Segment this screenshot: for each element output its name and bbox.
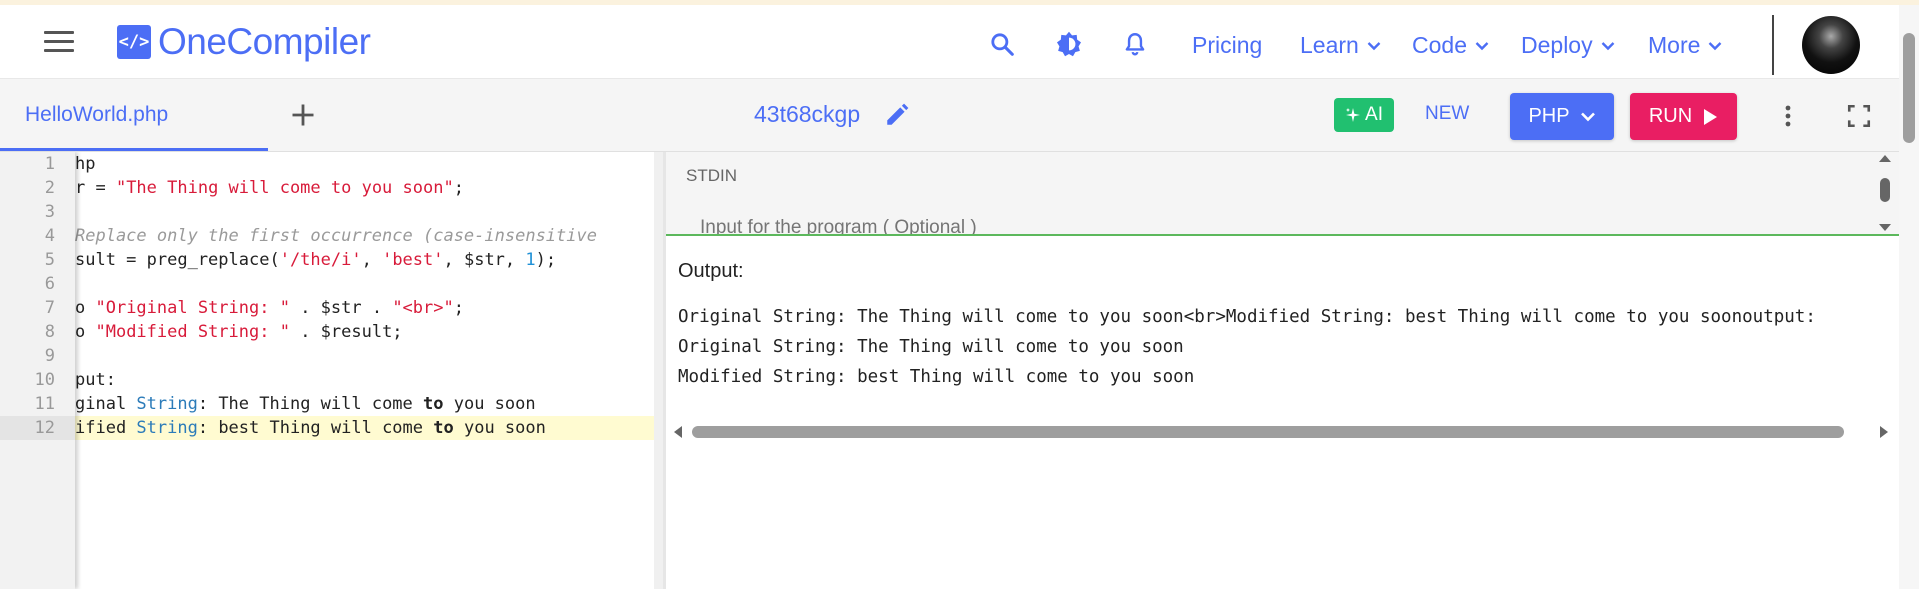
file-tab-indicator [0, 148, 268, 151]
line-number: 2 [44, 178, 55, 198]
code-line: hp [75, 154, 96, 174]
nav-learn-menu[interactable]: Learn [1300, 32, 1381, 59]
nav-pricing-link[interactable]: Pricing [1192, 32, 1262, 59]
line-number: 6 [44, 274, 55, 294]
ai-button[interactable]: AI [1334, 98, 1394, 132]
chevron-down-icon [1601, 41, 1614, 50]
play-icon [1704, 108, 1718, 125]
line-number: 7 [44, 298, 55, 318]
output-scroll-thumb[interactable] [692, 426, 1844, 438]
file-tab-label: HelloWorld.php [25, 103, 169, 126]
run-button-label: RUN [1648, 105, 1693, 127]
code-editor[interactable]: 1 2 3 4 5 6 7 8 9 10 11 12 hp r = "The T… [0, 152, 663, 589]
nav-deploy-menu[interactable]: Deploy [1521, 32, 1615, 59]
logo[interactable]: </> OneCompiler [117, 21, 371, 63]
file-tab[interactable]: HelloWorld.php [0, 79, 268, 151]
line-number: 9 [44, 346, 55, 366]
page-scrollbar-thumb[interactable] [1903, 33, 1915, 143]
chevron-down-icon [1367, 41, 1381, 50]
line-number: 10 [34, 370, 55, 390]
edit-pencil-icon[interactable] [884, 102, 910, 128]
code-line: r = "The Thing will come to you soon"; [75, 178, 464, 198]
output-text: Original String: The Thing will come to … [678, 302, 1890, 392]
fullscreen-icon[interactable] [1846, 103, 1872, 129]
output-horizontal-scrollbar[interactable] [666, 420, 1899, 442]
language-label: PHP [1528, 105, 1570, 127]
stdin-label: STDIN [686, 166, 737, 185]
nav-code-menu[interactable]: Code [1412, 32, 1489, 59]
nav-divider [1772, 15, 1774, 75]
scroll-right-arrow-icon[interactable] [1878, 425, 1890, 439]
line-number: 5 [44, 250, 55, 270]
line-number-gutter: 1 2 3 4 5 6 7 8 9 10 11 12 [0, 152, 75, 589]
logo-symbol: </> [117, 25, 151, 59]
more-options-icon[interactable] [1776, 103, 1800, 129]
output-line: Original String: The Thing will come to … [678, 337, 1184, 357]
sparkle-icon [1346, 108, 1361, 122]
chevron-down-icon [1709, 41, 1722, 50]
logo-text: OneCompiler [158, 21, 371, 62]
code-line: sult = preg_replace('/the/i', 'best', $s… [75, 250, 557, 270]
line-number: 4 [44, 226, 55, 246]
editor-scrollbar[interactable] [654, 152, 663, 589]
menu-icon[interactable] [44, 31, 74, 53]
code-line: put: [75, 370, 116, 390]
line-number-active: 12 [0, 416, 75, 440]
line-number: 11 [34, 394, 55, 414]
code-area[interactable]: hp r = "The Thing will come to you soon"… [75, 152, 663, 589]
stdin-panel: STDIN [666, 152, 1899, 236]
project-id[interactable]: 43t68ckgp [754, 101, 860, 128]
output-label: Output: [678, 260, 744, 282]
code-line: ginal String: The Thing will come to you… [75, 394, 536, 414]
editor-toolbar: HelloWorld.php 43t68ckgp AI NEW PHP RUN [0, 79, 1899, 152]
chevron-down-icon [1580, 112, 1595, 122]
theme-toggle-icon[interactable] [1055, 30, 1083, 58]
nav-more-menu[interactable]: More [1648, 32, 1722, 59]
code-line: Replace only the first occurrence (case-… [75, 226, 597, 246]
language-select[interactable]: PHP [1510, 93, 1614, 140]
page-scrollbar[interactable] [1899, 5, 1919, 589]
run-button[interactable]: RUN [1630, 93, 1737, 140]
stdin-scrollbar[interactable] [1874, 152, 1896, 234]
line-number: 3 [44, 202, 55, 222]
io-pane: STDIN Output: Original String: The Thing… [666, 152, 1899, 589]
ai-button-label: AI [1365, 104, 1383, 125]
code-line-active: ified String: best Thing will come to yo… [75, 416, 663, 440]
add-tab-icon[interactable] [289, 101, 317, 129]
line-number: 1 [44, 154, 55, 174]
new-button[interactable]: NEW [1425, 103, 1469, 125]
avatar[interactable] [1802, 16, 1860, 74]
top-navbar: </> OneCompiler Pricing Learn Code Deplo… [0, 5, 1919, 79]
bell-icon[interactable] [1122, 31, 1148, 57]
output-line: Original String: The Thing will come to … [678, 307, 1816, 327]
scroll-left-arrow-icon[interactable] [672, 425, 684, 439]
line-number: 8 [44, 322, 55, 342]
output-line: Modified String: best Thing will come to… [678, 367, 1195, 387]
code-line: o "Modified String: " . $result; [75, 322, 403, 342]
chevron-down-icon [1475, 41, 1489, 50]
search-icon[interactable] [989, 31, 1015, 57]
stdin-input[interactable] [698, 216, 1302, 234]
code-line: o "Original String: " . $str . "<br>"; [75, 298, 464, 318]
